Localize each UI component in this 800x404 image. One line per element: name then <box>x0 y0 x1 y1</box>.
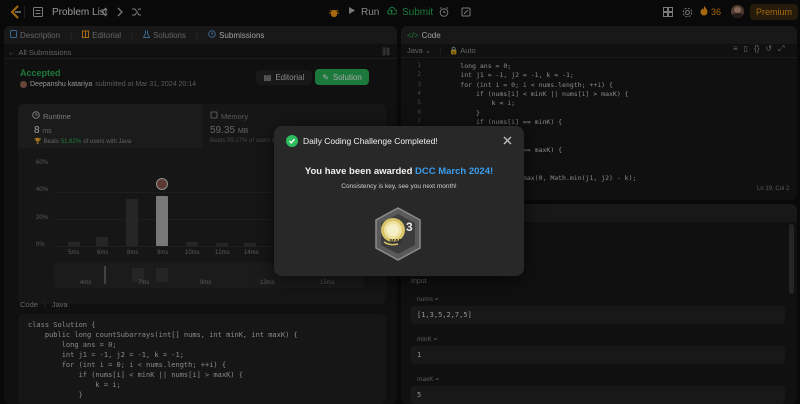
badge-number: 3 <box>406 220 413 234</box>
dcc-award-modal: Daily Coding Challenge Completed! You ha… <box>274 126 524 276</box>
leetcode-app: Problem List Run Submit 36 Premium Descr… <box>0 0 800 404</box>
dcc-badge: 3 MAR <box>372 206 424 262</box>
award-subtitle: Consistency is key, see you next month! <box>341 183 457 190</box>
badge-month: MAR <box>390 239 403 245</box>
close-icon[interactable] <box>500 133 514 147</box>
award-text: You have been awarded DCC March 2024! <box>304 166 494 177</box>
modal-title: Daily Coding Challenge Completed! <box>303 136 438 146</box>
award-highlight: DCC March 2024! <box>415 166 494 177</box>
check-circle-icon <box>286 135 298 147</box>
